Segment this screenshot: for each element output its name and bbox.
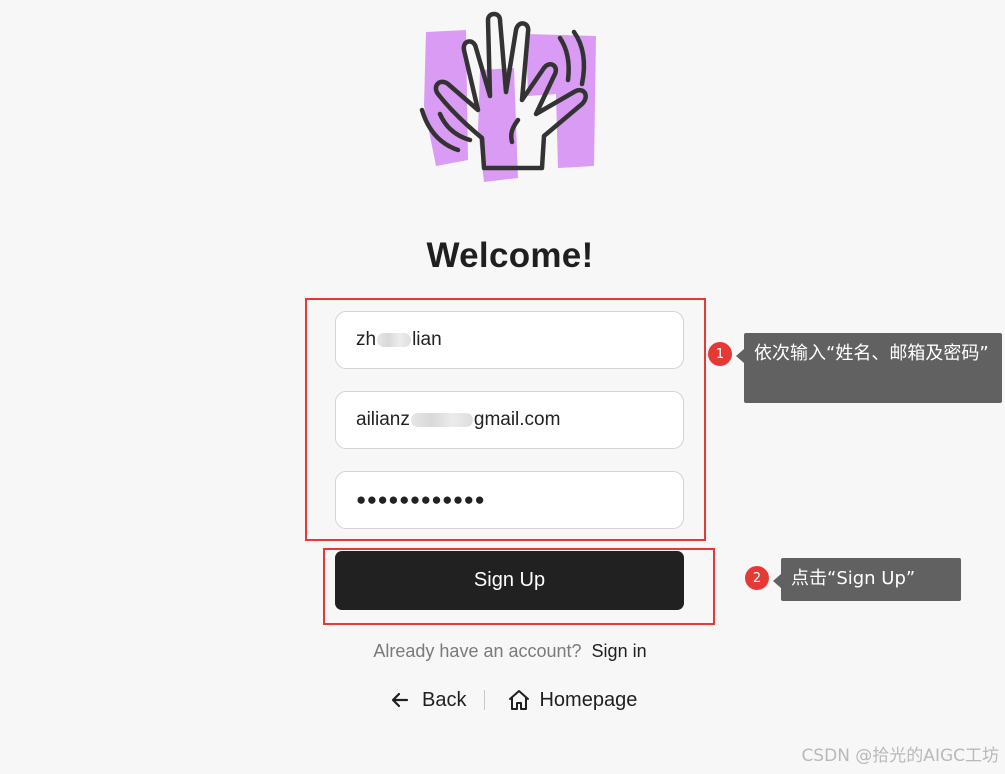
- homepage-link[interactable]: Homepage: [507, 688, 637, 712]
- home-icon: [509, 690, 530, 710]
- watermark: CSDN @拾光的AIGC工坊: [801, 746, 999, 766]
- back-link[interactable]: Back: [390, 689, 466, 712]
- account-prompt-text: Already have an account?: [373, 641, 582, 661]
- homepage-label: Homepage: [539, 688, 638, 711]
- annotation-badge-1: 1: [708, 342, 732, 366]
- arrow-left-icon: [391, 692, 409, 708]
- back-label: Back: [422, 688, 467, 711]
- annotation-badge-2: 2: [745, 566, 769, 590]
- nav-divider: [484, 690, 486, 710]
- bottom-nav: Back Homepage: [390, 688, 637, 712]
- annotation-box-button: [323, 548, 715, 625]
- annotation-callout-2: 点击“Sign Up”: [773, 558, 961, 601]
- waving-hand-logo: [419, 11, 596, 182]
- account-prompt-line: Already have an account? Sign in: [0, 641, 1005, 662]
- sign-in-link[interactable]: Sign in: [592, 641, 647, 661]
- annotation-callout-1: 依次输入“姓名、邮箱及密码”: [736, 333, 1002, 403]
- page-title: Welcome!: [426, 236, 594, 275]
- annotation-box-fields: [305, 298, 706, 541]
